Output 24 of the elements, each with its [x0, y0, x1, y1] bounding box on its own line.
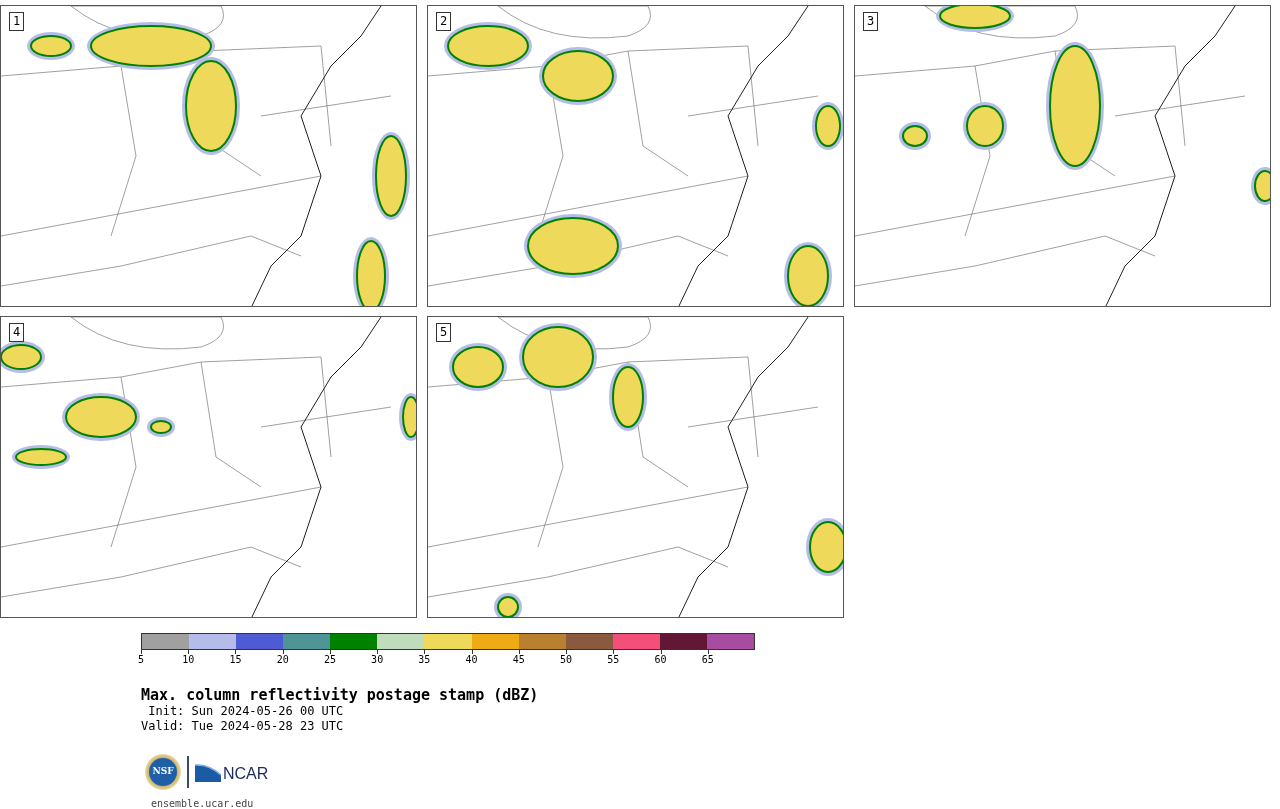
tick-label: 65 — [701, 654, 714, 666]
tick-label: 25 — [323, 654, 336, 666]
valid-time: Valid: Tue 2024-05-28 23 UTC — [141, 719, 345, 734]
panel-number: 3 — [863, 12, 879, 31]
tick-label: 35 — [418, 654, 431, 666]
tick-label: 55 — [607, 654, 620, 666]
tick-label: 45 — [512, 654, 525, 666]
init-time: Init: Sun 2024-05-26 00 UTC — [147, 704, 345, 719]
tick-label: 40 — [465, 654, 478, 666]
panel-number: 1 — [9, 12, 25, 31]
panel-number: 5 — [436, 323, 452, 342]
site-url: ensemble.ucar.edu — [151, 797, 255, 809]
panel-number: 2 — [436, 12, 452, 31]
chart-title: Max. column reflectivity postage stamp (dBZ) — [141, 686, 540, 704]
tick-label: 5 — [138, 654, 144, 666]
ncar-logo: NCAR — [195, 762, 269, 782]
tick-label: 15 — [229, 654, 242, 666]
tick-label: 60 — [654, 654, 667, 666]
tick-label: 50 — [560, 654, 573, 666]
panel-number: 4 — [9, 323, 25, 342]
nsf-logo: NSF — [145, 754, 181, 790]
tick-label: 20 — [276, 654, 289, 666]
tick-label: 30 — [371, 654, 384, 666]
tick-label: 10 — [182, 654, 195, 666]
